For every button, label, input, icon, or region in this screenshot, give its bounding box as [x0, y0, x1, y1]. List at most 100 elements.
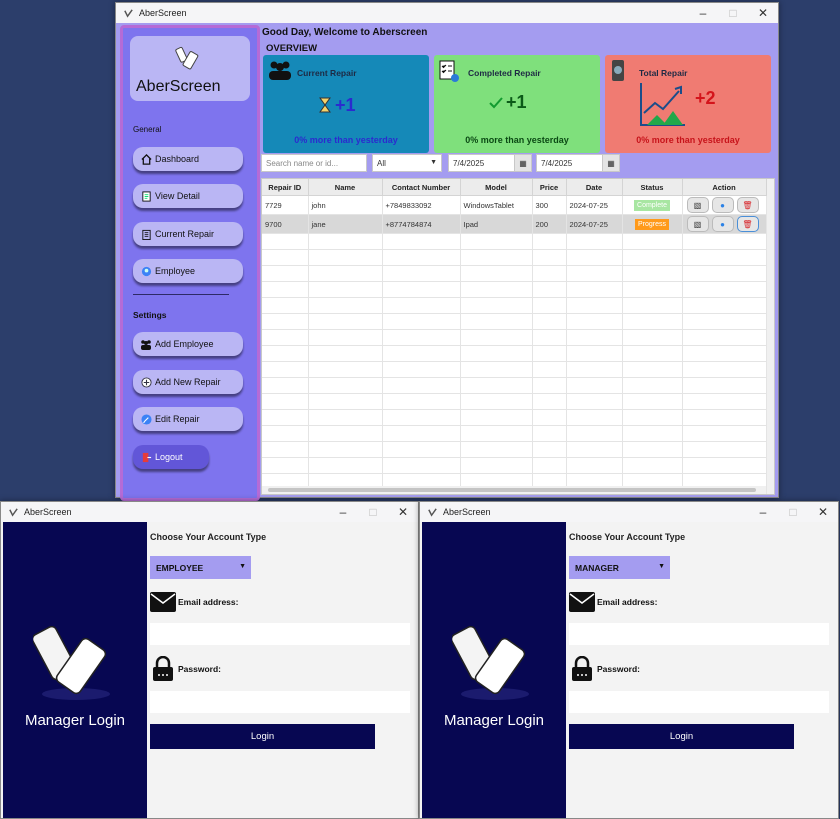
phone-logo-icon — [450, 622, 538, 705]
view-icon[interactable]: ▧ — [686, 197, 709, 213]
login-body: Manager Login Choose Your Account Type M… — [420, 522, 838, 818]
cell-model: Ipad — [460, 214, 533, 234]
date-from-field[interactable]: 7/4/2025 ▦ — [448, 154, 532, 172]
maximize-button[interactable]: □ — [358, 502, 388, 522]
cell-price: 200 — [532, 214, 567, 234]
table-row-empty — [262, 265, 767, 282]
logout-icon — [140, 451, 152, 463]
sidebar-item-label: Employee — [155, 266, 196, 276]
minimize-button[interactable]: – — [328, 502, 358, 522]
cell-contact: +7849833092 — [382, 195, 461, 215]
cell-price: 300 — [532, 195, 567, 215]
date-from-value: 7/4/2025 — [453, 158, 485, 168]
login-window-manager: AberScreen – □ ✕ Manager Login Choose Yo… — [419, 501, 839, 819]
close-button[interactable]: ✕ — [388, 502, 418, 522]
password-label: Password: — [178, 664, 221, 674]
login-button[interactable]: Login — [150, 724, 375, 749]
date-to-field[interactable]: 7/4/2025 ▦ — [536, 154, 620, 172]
password-field[interactable] — [150, 691, 410, 713]
table-row-empty — [262, 345, 767, 362]
card-title: Completed Repair — [468, 68, 541, 78]
maximize-button[interactable]: □ — [778, 502, 808, 522]
close-button[interactable]: ✕ — [808, 502, 838, 522]
sidebar-item-view-detail[interactable]: View Detail — [133, 184, 243, 208]
table-row-empty — [262, 441, 767, 458]
trash-icon[interactable]: 🗑 — [736, 197, 759, 213]
table-row[interactable]: 7729 john +7849833092 WindowsTablet 300 … — [262, 195, 767, 215]
window-title: AberScreen — [24, 507, 72, 517]
minimize-button[interactable]: – — [748, 502, 778, 522]
table-row-empty — [262, 409, 767, 426]
sidebar-item-dashboard[interactable]: Dashboard — [133, 147, 243, 171]
view-icon[interactable]: ▧ — [686, 216, 709, 232]
login-window-employee: AberScreen – □ ✕ Manager Login Choose Yo… — [0, 501, 419, 819]
column-header[interactable]: Model — [460, 179, 533, 196]
sidebar-item-edit-repair[interactable]: Edit Repair — [133, 407, 243, 431]
calendar-icon[interactable]: ▦ — [602, 155, 619, 171]
table-row[interactable]: 9700 jane +8774784874 Ipad 200 2024-07-2… — [262, 214, 767, 234]
app-logo-icon — [7, 506, 19, 518]
email-field[interactable] — [569, 623, 829, 645]
table-header-row: Repair ID Name Contact Number Model Pric… — [262, 179, 767, 196]
people-icon — [267, 59, 293, 84]
cell-model: WindowsTablet — [460, 195, 533, 215]
card-value: +1 — [335, 95, 356, 115]
sidebar-item-current-repair[interactable]: Current Repair — [133, 222, 243, 246]
password-field[interactable] — [569, 691, 829, 713]
column-header[interactable]: Name — [308, 179, 383, 196]
column-header[interactable]: Status — [622, 179, 683, 196]
account-type-select[interactable]: MANAGER ▼ — [569, 556, 670, 579]
card-value: +2 — [695, 88, 716, 108]
edit-circle-icon[interactable]: ● — [711, 216, 734, 232]
overview-heading: OVERVIEW — [266, 43, 318, 54]
envelope-icon — [569, 592, 595, 615]
employee-icon — [140, 265, 152, 277]
repair-table: Repair ID Name Contact Number Model Pric… — [261, 178, 775, 495]
envelope-icon — [150, 592, 176, 615]
hourglass-icon — [319, 97, 331, 116]
login-side-panel: Manager Login — [3, 522, 147, 818]
login-button[interactable]: Login — [569, 724, 794, 749]
column-header[interactable]: Date — [566, 179, 623, 196]
column-header[interactable]: Repair ID — [262, 179, 309, 196]
chevron-down-icon: ▼ — [430, 159, 437, 166]
card-subtitle: 0% more than yesterday — [465, 135, 569, 145]
close-button[interactable]: ✕ — [748, 3, 778, 23]
checklist-icon — [438, 59, 460, 86]
trash-icon[interactable]: 🗑 — [736, 216, 759, 232]
account-type-value: MANAGER — [575, 562, 619, 573]
minimize-button[interactable]: – — [688, 3, 718, 23]
settings-heading: Settings — [133, 310, 167, 320]
logout-button[interactable]: Logout — [133, 445, 209, 469]
column-header[interactable]: Contact Number — [382, 179, 461, 196]
scroll-thumb[interactable] — [268, 488, 756, 492]
search-input[interactable]: Search name or id... — [261, 154, 367, 172]
account-type-select[interactable]: EMPLOYEE ▼ — [150, 556, 251, 579]
table-row-empty — [262, 361, 767, 378]
status-badge: Progress — [634, 218, 669, 230]
card-value: +1 — [506, 92, 527, 112]
card-title: Current Repair — [297, 68, 357, 78]
column-header[interactable]: Price — [532, 179, 567, 196]
login-side-panel: Manager Login — [422, 522, 566, 818]
login-panel-title: Manager Login — [24, 712, 126, 729]
column-header[interactable]: Action — [682, 179, 767, 196]
sidebar-item-employee[interactable]: Employee — [133, 259, 243, 283]
sidebar-item-label: Dashboard — [155, 154, 200, 164]
table-row-empty — [262, 457, 767, 474]
table-row-empty — [262, 393, 767, 410]
horizontal-scrollbar[interactable] — [262, 486, 766, 494]
email-field[interactable] — [150, 623, 410, 645]
edit-circle-icon[interactable]: ● — [711, 197, 734, 213]
vertical-scrollbar[interactable] — [767, 179, 774, 494]
sidebar-item-add-new-repair[interactable]: Add New Repair — [133, 370, 243, 394]
maximize-button[interactable]: □ — [718, 3, 748, 23]
status-select[interactable]: All ▼ — [372, 154, 442, 172]
chevron-down-icon: ▼ — [658, 563, 665, 570]
sidebar-item-add-employee[interactable]: Add Employee — [133, 332, 243, 356]
phone-logo-icon — [31, 622, 119, 705]
brand-logo: AberScreen — [130, 36, 250, 101]
app-logo-icon — [122, 7, 134, 19]
calendar-icon[interactable]: ▦ — [514, 155, 531, 171]
sidebar: AberScreen General Dashboard View Detail — [120, 25, 260, 501]
